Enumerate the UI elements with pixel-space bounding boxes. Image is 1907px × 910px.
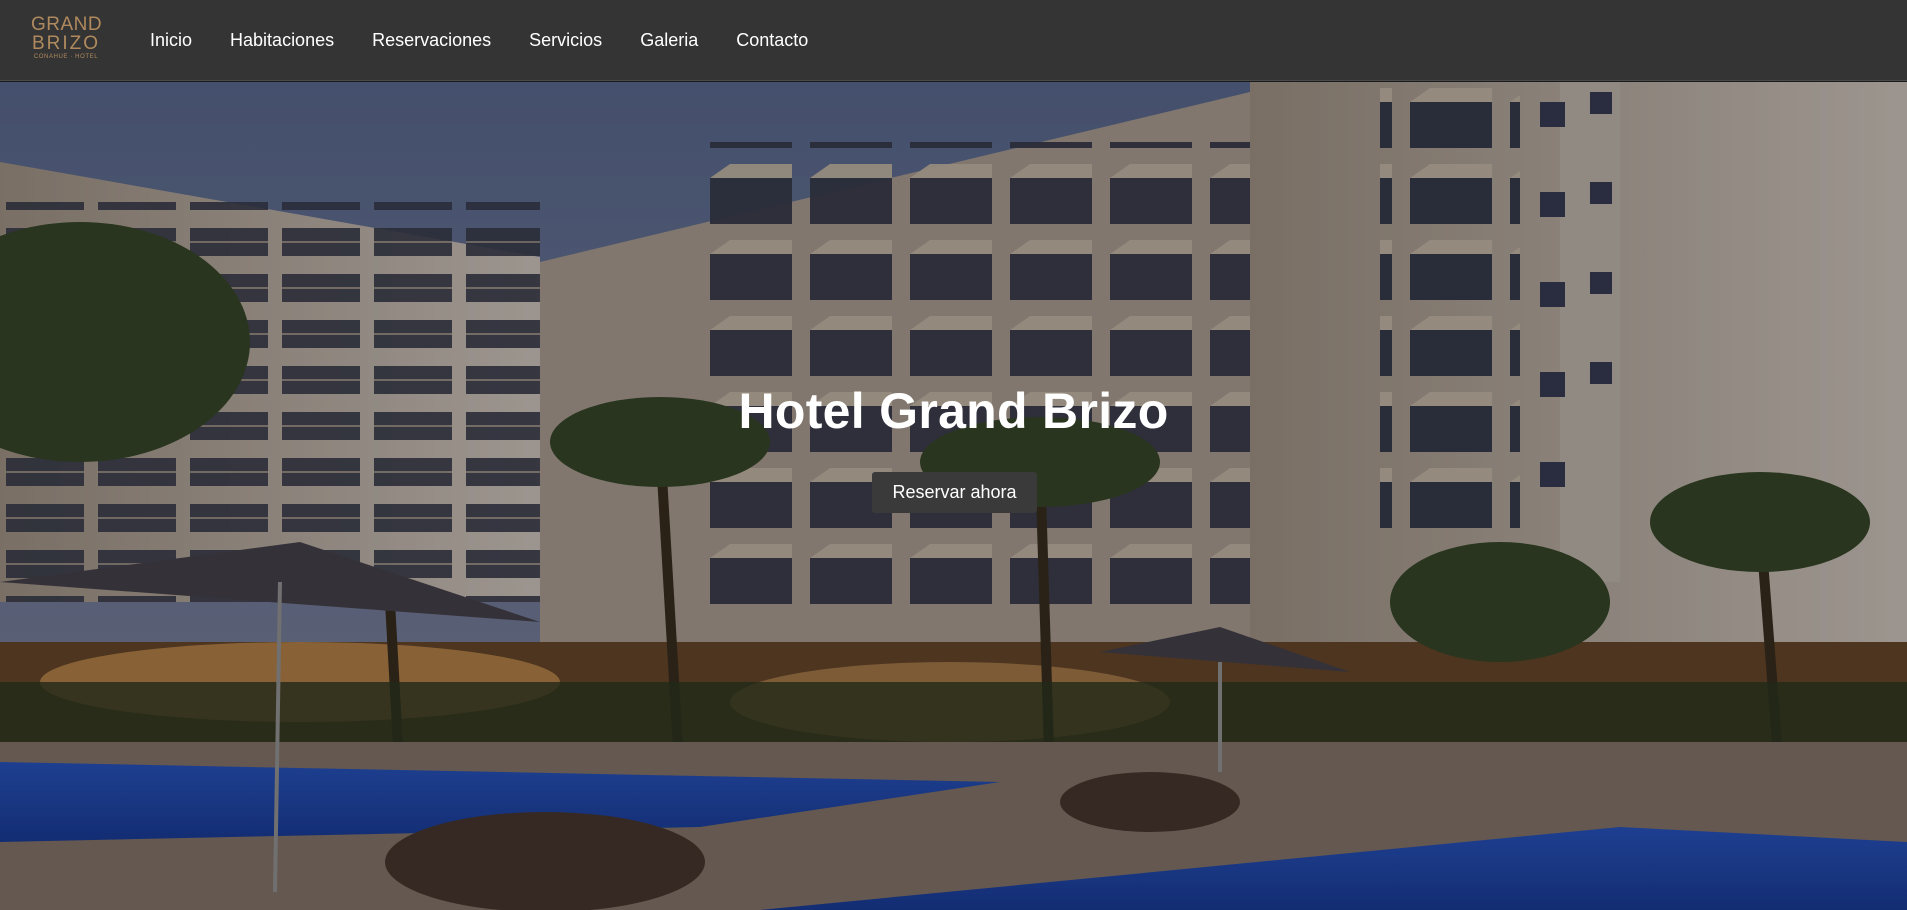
nav-link-galeria[interactable]: Galeria: [640, 30, 698, 51]
main-nav: Inicio Habitaciones Reservaciones Servic…: [150, 0, 846, 81]
reservar-ahora-button[interactable]: Reservar ahora: [872, 472, 1037, 513]
logo-text-brizo: BRIZO: [31, 33, 101, 54]
nav-link-reservaciones[interactable]: Reservaciones: [372, 30, 491, 51]
nav-link-inicio[interactable]: Inicio: [150, 30, 192, 51]
nav-link-servicios[interactable]: Servicios: [529, 30, 602, 51]
hero-section: Hotel Grand Brizo Reservar ahora: [0, 82, 1907, 910]
nav-link-contacto[interactable]: Contacto: [736, 30, 808, 51]
hero-title: Hotel Grand Brizo: [738, 383, 1169, 439]
logo-tagline: CONAHUE · HOTEL: [33, 54, 99, 60]
hotel-logo[interactable]: GRAND BRIZO CONAHUE · HOTEL: [31, 14, 103, 65]
top-navbar: GRAND BRIZO CONAHUE · HOTEL Inicio Habit…: [0, 0, 1907, 81]
logo-text-grand: GRAND: [31, 14, 103, 35]
nav-link-habitaciones[interactable]: Habitaciones: [230, 30, 334, 51]
